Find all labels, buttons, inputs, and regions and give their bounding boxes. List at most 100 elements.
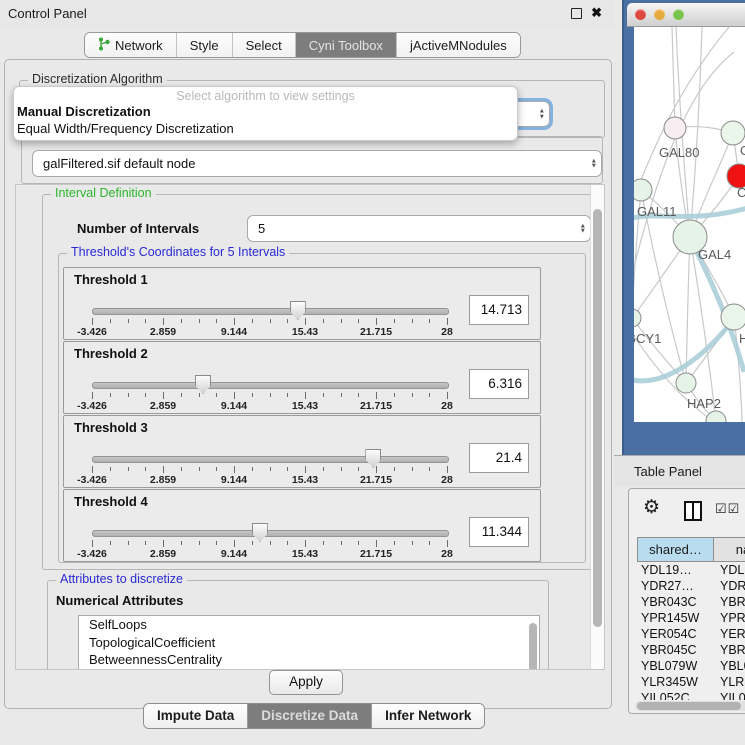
tick-label: 21.715: [360, 474, 392, 486]
tick-label: 28: [441, 474, 453, 486]
tab-infer-network[interactable]: Infer Network: [372, 704, 484, 728]
tab-style[interactable]: Style: [177, 33, 233, 57]
tab-network[interactable]: Network: [85, 33, 177, 57]
column-header[interactable]: na: [714, 537, 745, 562]
slider-thumb[interactable]: [365, 449, 381, 468]
number-of-intervals-value: 5: [258, 221, 265, 236]
threshold-label: Threshold 2: [74, 346, 148, 361]
tick-mark: [92, 318, 93, 325]
tick-mark: [199, 541, 200, 545]
slider-track[interactable]: [92, 456, 449, 463]
tick-label: 2.859: [150, 400, 176, 412]
settings-scroll-pane: Interval Definition Number of Intervals …: [15, 184, 605, 670]
table-data-combo[interactable]: galFiltered.sif default node ▲▼: [32, 150, 602, 177]
network-node: [706, 411, 726, 422]
tab-label: Style: [190, 38, 219, 53]
slider-thumb[interactable]: [290, 301, 306, 320]
tick-label: 15.43: [292, 474, 318, 486]
table-row[interactable]: YLR345WYLR3: [637, 675, 745, 691]
table-row[interactable]: YER054CYER0: [637, 627, 745, 643]
number-of-intervals-combo[interactable]: 5 ▲▼: [247, 215, 591, 242]
slider-thumb[interactable]: [252, 523, 268, 542]
horizontal-scrollbar[interactable]: [635, 701, 745, 711]
algorithm-option[interactable]: Equal Width/Frequency Discretization: [17, 121, 234, 136]
cell-shared-name: YBR045C: [637, 643, 716, 659]
tick-mark: [376, 318, 377, 325]
algorithm-option[interactable]: Manual Discretization: [17, 104, 151, 119]
table-row[interactable]: YPR145WYPR1: [637, 611, 745, 627]
attribute-item[interactable]: SelfLoops: [79, 616, 539, 634]
tick-mark: [110, 393, 111, 397]
tick-label: 28: [441, 548, 453, 560]
gear-icon[interactable]: ⚙: [643, 496, 660, 519]
close-traffic-light-icon[interactable]: [635, 9, 646, 20]
apply-button[interactable]: Apply: [269, 670, 343, 695]
tick-mark: [376, 392, 377, 399]
tab-label: Cyni Toolbox: [309, 38, 383, 53]
combo-stepper-icon[interactable]: ▲▼: [580, 223, 586, 234]
horizontal-scrollbar-thumb[interactable]: [637, 702, 741, 710]
cell-name: YER0: [716, 627, 745, 643]
threshold-value-field[interactable]: 11.344: [469, 517, 529, 547]
tick-mark: [358, 319, 359, 323]
network-edge: [690, 27, 702, 237]
tick-mark: [341, 319, 342, 323]
tick-mark: [447, 318, 448, 325]
slider-track[interactable]: [92, 382, 449, 389]
vertical-scrollbar-thumb[interactable]: [593, 209, 602, 627]
tab-jactivemnodules[interactable]: jActiveMNodules: [397, 33, 520, 57]
table-row[interactable]: YBR045CYBR0: [637, 643, 745, 659]
slider-track[interactable]: [92, 530, 449, 537]
tick-mark: [394, 319, 395, 323]
close-icon[interactable]: ✖: [591, 5, 602, 21]
cell-name: YPR1: [716, 611, 745, 627]
tick-mark: [376, 540, 377, 547]
vertical-scrollbar[interactable]: [590, 185, 604, 669]
zoom-traffic-light-icon[interactable]: [673, 9, 684, 20]
threshold-value-field[interactable]: 6.316: [469, 369, 529, 399]
checkbox-icons[interactable]: ☑☑: [715, 501, 740, 517]
float-window-icon[interactable]: [571, 8, 582, 19]
algorithm-dropdown-popup: Select algorithm to view settings Manual…: [13, 86, 518, 141]
attribute-item[interactable]: TopologicalCoefficient: [79, 634, 539, 652]
tick-mark: [429, 467, 430, 471]
tab-discretize-data[interactable]: Discretize Data: [248, 704, 372, 728]
table-header-row: shared…na: [637, 537, 745, 562]
tick-mark: [216, 467, 217, 471]
threshold-value-field[interactable]: 14.713: [469, 295, 529, 325]
cell-shared-name: YDR27…: [637, 579, 716, 595]
tick-mark: [429, 541, 430, 545]
column-header[interactable]: shared…: [637, 537, 714, 562]
tick-mark: [216, 393, 217, 397]
combo-stepper-icon[interactable]: ▲▼: [539, 109, 545, 120]
combo-stepper-icon[interactable]: ▲▼: [591, 158, 597, 169]
tick-mark: [341, 541, 342, 545]
table-row[interactable]: YBR043CYBR0: [637, 595, 745, 611]
list-scrollbar-thumb[interactable]: [529, 623, 537, 670]
numerical-attributes-list[interactable]: SelfLoopsTopologicalCoefficientBetweenne…: [78, 615, 540, 670]
attribute-item[interactable]: BetweennessCentrality: [79, 651, 539, 669]
tick-mark: [216, 319, 217, 323]
split-view-icon[interactable]: [684, 501, 702, 521]
threshold-value-field[interactable]: 21.4: [469, 443, 529, 473]
tab-impute-data[interactable]: Impute Data: [144, 704, 248, 728]
minimize-traffic-light-icon[interactable]: [654, 9, 665, 20]
tick-mark: [128, 541, 129, 545]
table-row[interactable]: YIL052CYIL0: [637, 691, 745, 700]
tick-label: 2.859: [150, 548, 176, 560]
network-edge: [634, 318, 686, 383]
tab-cyni-toolbox[interactable]: Cyni Toolbox: [296, 33, 397, 57]
slider-thumb[interactable]: [195, 375, 211, 394]
tab-select[interactable]: Select: [233, 33, 296, 57]
tab-label: jActiveMNodules: [410, 38, 507, 53]
cyni-toolbox-panel: Discretization Algorithm ▲▼ Select algor…: [4, 59, 612, 709]
slider-track[interactable]: [92, 308, 449, 315]
tick-mark: [92, 466, 93, 473]
network-window-titlebar[interactable]: [627, 3, 745, 27]
cell-shared-name: YER054C: [637, 627, 716, 643]
network-canvas[interactable]: GAL80GAL11GAL4GCY1HHAP2GC: [634, 27, 745, 422]
table-row[interactable]: YDL19…YDL1: [637, 563, 745, 579]
table-row[interactable]: YDR27…YDR2: [637, 579, 745, 595]
table-row[interactable]: YBL079WYBL0: [637, 659, 745, 675]
tick-mark: [163, 392, 164, 399]
